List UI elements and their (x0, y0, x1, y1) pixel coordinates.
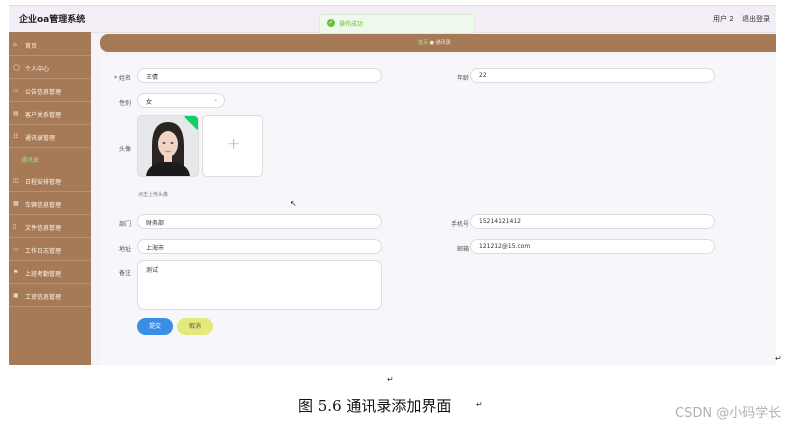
sidebar-item-salary[interactable]: ▣ 工资信息管理 (9, 286, 91, 307)
sidebar-item-vehicles[interactable]: ▦ 车辆信息管理 (9, 194, 91, 215)
sidebar-item-files[interactable]: ▯ 文件信息管理 (9, 217, 91, 238)
sidebar-item-attendance[interactable]: ⚑ 上班考勤管理 (9, 263, 91, 284)
age-input[interactable]: 22 (470, 68, 715, 83)
dept-input[interactable]: 财务部 (137, 214, 382, 229)
sidebar-item-label: 车辆信息管理 (25, 202, 62, 209)
sidebar-item-label: 日程安排管理 (25, 179, 62, 186)
remark-label: 备注 (118, 270, 131, 277)
log-icon: ▭ (13, 246, 19, 253)
dept-label: 部门 (118, 221, 131, 228)
sidebar-item-label: 工资信息管理 (25, 294, 62, 301)
sidebar-item-label: 上班考勤管理 (25, 271, 62, 278)
name-input[interactable]: 王倩 (137, 68, 382, 83)
sidebar-item-label: 文件信息管理 (25, 225, 62, 232)
toast-message: 操作成功 (339, 21, 364, 28)
sidebar-item-profile[interactable]: ◯ 个人中心 (9, 58, 91, 79)
sidebar-item-worklog[interactable]: ▭ 工作日志管理 (9, 240, 91, 261)
success-toast: ✓ 操作成功 (319, 14, 475, 34)
sidebar: ⌂ 首页 ◯ 个人中心 ▭ 公告信息管理 ▤ 客户关系管理 ☷ 通讯录管理 通讯… (9, 32, 91, 365)
sidebar-item-label: 工作日志管理 (25, 248, 62, 255)
paragraph-mark: ↵ (775, 354, 782, 363)
watermark: CSDN @小码学长 (675, 406, 782, 421)
avatar-label: 头像 (118, 146, 131, 153)
sidebar-item-schedule[interactable]: ◫ 日程安排管理 (9, 171, 91, 192)
cancel-button[interactable]: 取消 (177, 318, 213, 335)
home-icon: ⌂ (13, 41, 17, 48)
breadcrumb-separator: ● (429, 40, 434, 46)
sidebar-item-label: 通讯录管理 (25, 135, 56, 142)
plus-icon: + (227, 134, 241, 153)
app-title: 企业oa管理系统 (19, 15, 86, 25)
breadcrumb: 首页 ● 通讯录 (100, 34, 776, 52)
figure-caption: 图 5.6 通讯录添加界面 (298, 397, 452, 415)
sidebar-item-home[interactable]: ⌂ 首页 (9, 35, 91, 56)
paragraph-mark: ↵ (387, 375, 394, 384)
gender-label: 性别 (118, 100, 131, 107)
salary-icon: ▣ (13, 292, 19, 299)
sidebar-subitem-contacts[interactable]: 通讯录 (21, 155, 39, 164)
top-bar: 企业oa管理系统 ✓ 操作成功 用户 2 退出登录 (9, 6, 776, 34)
mouse-cursor-icon: ↖ (290, 199, 297, 208)
check-circle-icon: ✓ (327, 19, 335, 27)
logout-link[interactable]: 退出登录 (742, 14, 770, 24)
contacts-icon: ☷ (13, 133, 19, 140)
file-icon: ▯ (13, 223, 17, 230)
sidebar-item-label: 个人中心 (25, 66, 50, 73)
address-label: 地址 (118, 246, 131, 253)
remark-textarea[interactable]: 测试 (137, 260, 382, 310)
address-input[interactable]: 上海市 (137, 239, 382, 254)
sidebar-item-label: 公告信息管理 (25, 89, 62, 96)
upload-hint: 点击上传头像 (138, 192, 169, 198)
submit-button[interactable]: 提交 (137, 318, 173, 335)
email-label: 邮箱 (456, 246, 469, 253)
gender-select[interactable]: 女 ⌄ (137, 93, 225, 108)
avatar-preview[interactable] (137, 115, 199, 177)
user-icon: ◯ (13, 64, 20, 71)
sidebar-item-contacts[interactable]: ☷ 通讯录管理 (9, 127, 91, 148)
attendance-icon: ⚑ (13, 269, 19, 276)
app-screenshot: 企业oa管理系统 ✓ 操作成功 用户 2 退出登录 ⌂ 首页 ◯ 个人中心 ▭ … (9, 5, 776, 365)
breadcrumb-home[interactable]: 首页 (418, 40, 428, 46)
phone-input[interactable]: 15214121412 (470, 214, 715, 229)
name-label: * 姓名 (114, 75, 131, 82)
breadcrumb-current: 通讯录 (435, 40, 451, 46)
portrait-photo (138, 116, 198, 176)
sidebar-item-label: 客户关系管理 (25, 112, 62, 119)
chevron-down-icon: ⌄ (212, 96, 218, 103)
sidebar-item-customers[interactable]: ▤ 客户关系管理 (9, 104, 91, 125)
age-label: 年龄 (456, 75, 469, 82)
user-label: 用户 2 (713, 15, 734, 23)
phone-label: 手机号 (450, 221, 469, 228)
notice-icon: ▭ (13, 87, 19, 94)
paragraph-mark: ↵ (476, 400, 483, 409)
email-input[interactable]: 121212@15.com (470, 239, 715, 254)
avatar-upload-button[interactable]: + (202, 115, 263, 177)
archive-icon: ▦ (13, 200, 19, 207)
gender-value: 女 (146, 99, 153, 106)
calendar-icon: ◫ (13, 177, 19, 184)
sidebar-item-notices[interactable]: ▭ 公告信息管理 (9, 81, 91, 102)
sidebar-item-label: 首页 (25, 43, 38, 50)
customer-icon: ▤ (13, 110, 19, 117)
